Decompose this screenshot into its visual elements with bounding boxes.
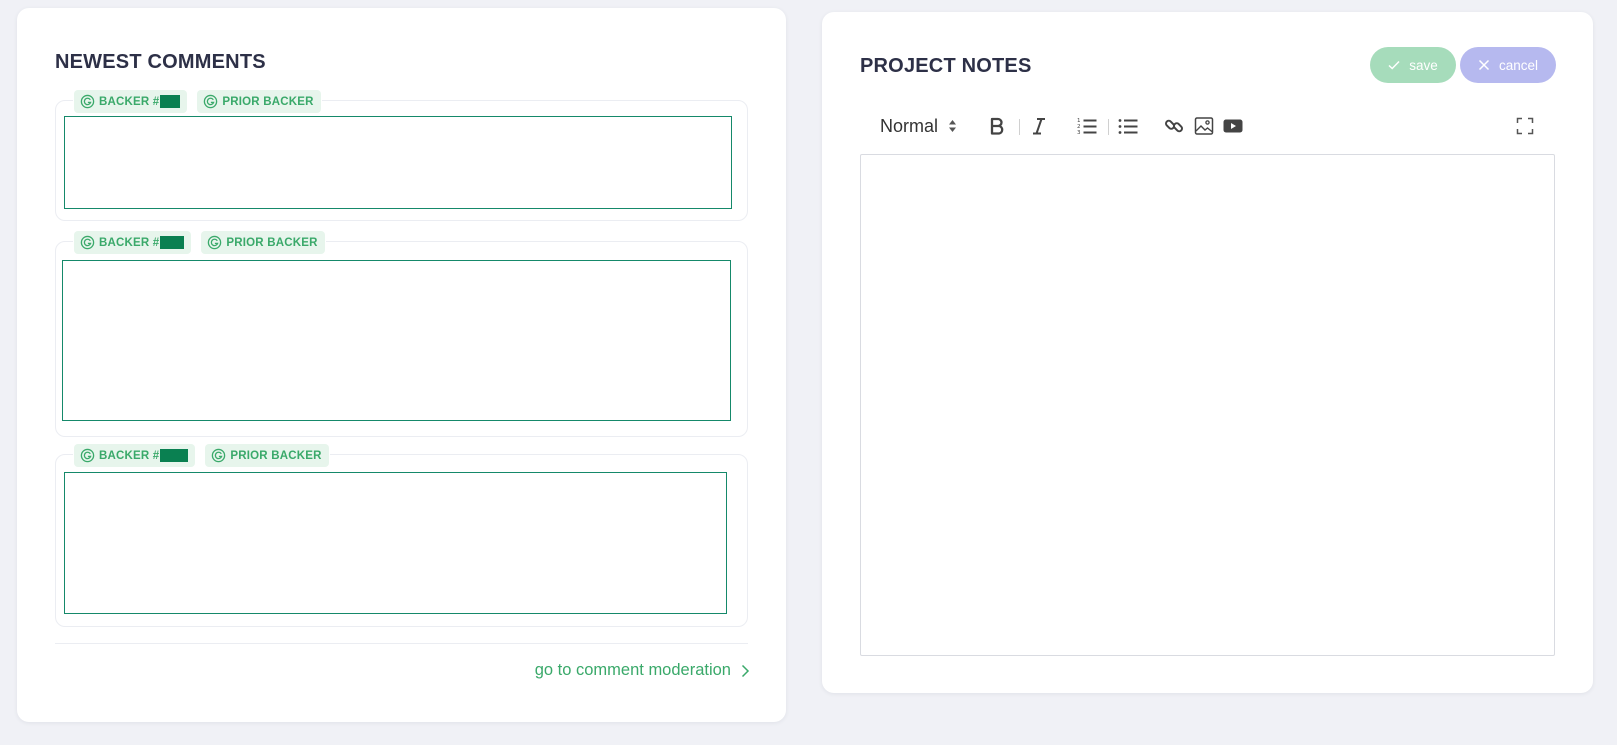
g-logo-icon xyxy=(80,235,95,250)
fullscreen-button[interactable] xyxy=(1516,107,1534,145)
prior-backer-badge: PRIOR BACKER xyxy=(205,444,329,467)
italic-button[interactable] xyxy=(1030,107,1048,145)
cancel-button[interactable]: cancel xyxy=(1460,47,1556,83)
bold-button[interactable] xyxy=(988,107,1006,145)
comment-item: BACKER # PRIOR BACKER xyxy=(55,231,748,437)
comment-moderation-link[interactable]: go to comment moderation xyxy=(535,661,750,680)
project-notes-title: PROJECT NOTES xyxy=(860,55,1032,77)
g-logo-icon xyxy=(208,235,222,250)
image-button[interactable] xyxy=(1194,107,1214,145)
check-icon xyxy=(1388,60,1400,70)
backer-badge-label: BACKER # xyxy=(99,95,160,108)
comment-item: BACKER # PRIOR BACKER xyxy=(55,90,748,221)
comment-content xyxy=(64,472,727,614)
g-logo-icon xyxy=(204,94,218,109)
format-select-value: Normal xyxy=(880,115,939,136)
editor-toolbar: Normal 123 xyxy=(860,107,1555,145)
comment-badges: BACKER # PRIOR BACKER xyxy=(73,90,322,113)
comment-content xyxy=(62,260,731,421)
link-button[interactable] xyxy=(1164,107,1184,145)
backer-badge-label: BACKER # xyxy=(99,449,160,462)
prior-backer-badge: PRIOR BACKER xyxy=(201,231,325,254)
select-arrows-icon xyxy=(949,120,957,132)
bullet-list-button[interactable] xyxy=(1118,107,1138,145)
comments-divider xyxy=(55,643,748,644)
image-icon xyxy=(1194,117,1214,135)
newest-comments-card: NEWEST COMMENTS BACKER # PRIOR BACKER BA… xyxy=(17,8,786,722)
newest-comments-title: NEWEST COMMENTS xyxy=(55,51,266,73)
comment-badges: BACKER # PRIOR BACKER xyxy=(73,444,330,467)
toolbar-separator xyxy=(1019,119,1020,135)
fullscreen-icon xyxy=(1516,117,1534,135)
ordered-list-icon: 123 xyxy=(1077,118,1097,136)
save-button[interactable]: save xyxy=(1370,47,1456,83)
notes-editor[interactable] xyxy=(860,154,1555,656)
link-icon xyxy=(1165,119,1183,133)
comment-moderation-label: go to comment moderation xyxy=(534,661,731,679)
g-logo-icon xyxy=(80,94,95,109)
backer-badge: BACKER # xyxy=(74,444,196,467)
backer-id-redacted xyxy=(160,95,181,108)
cancel-button-label: cancel xyxy=(1498,57,1539,73)
comment-badges: BACKER # PRIOR BACKER xyxy=(73,231,326,254)
prior-backer-label: PRIOR BACKER xyxy=(226,236,318,249)
chevron-right-icon xyxy=(741,664,750,677)
prior-backer-badge: PRIOR BACKER xyxy=(197,90,321,113)
backer-badge: BACKER # xyxy=(74,231,192,254)
video-button[interactable] xyxy=(1223,107,1243,145)
bullet-list-icon xyxy=(1118,119,1138,134)
format-select[interactable]: Normal xyxy=(880,107,957,145)
project-notes-card: PROJECT NOTES save cancel Normal 123 xyxy=(822,12,1593,693)
close-icon xyxy=(1478,59,1490,71)
g-logo-icon xyxy=(212,448,226,463)
comment-item: BACKER # PRIOR BACKER xyxy=(55,444,748,627)
prior-backer-label: PRIOR BACKER xyxy=(230,449,322,462)
ordered-list-button[interactable]: 123 xyxy=(1077,107,1097,145)
backer-id-redacted xyxy=(160,236,185,249)
video-icon xyxy=(1223,119,1243,133)
comment-content xyxy=(64,116,732,209)
svg-text:3: 3 xyxy=(1077,130,1081,136)
toolbar-separator xyxy=(1108,119,1109,135)
backer-badge: BACKER # xyxy=(74,90,188,113)
save-button-label: save xyxy=(1409,57,1438,73)
backer-id-redacted xyxy=(160,449,189,462)
backer-badge-label: BACKER # xyxy=(99,236,160,249)
prior-backer-label: PRIOR BACKER xyxy=(222,95,314,108)
bold-icon xyxy=(990,117,1004,135)
g-logo-icon xyxy=(80,448,95,463)
italic-icon xyxy=(1033,118,1045,135)
